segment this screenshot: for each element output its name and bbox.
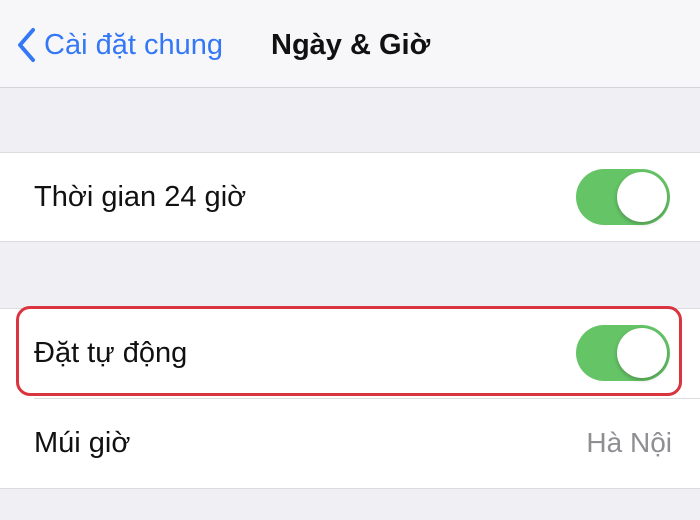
toggle-24-hour-time[interactable]: [576, 169, 670, 225]
back-button[interactable]: Cài đặt chung: [16, 22, 223, 68]
chevron-left-icon: [16, 27, 36, 63]
row-24-hour-time: Thời gian 24 giờ: [0, 153, 700, 241]
settings-group-date-time: Đặt tự động Múi giờ Hà Nội: [0, 308, 700, 489]
settings-group-time-format: Thời gian 24 giờ: [0, 152, 700, 242]
back-button-label: Cài đặt chung: [44, 28, 223, 61]
toggle-knob: [617, 328, 667, 378]
row-label-set-automatically: Đặt tự động: [34, 337, 188, 369]
date-time-settings-screen: Cài đặt chung Ngày & Giờ Thời gian 24 gi…: [0, 0, 700, 520]
page-title: Ngày & Giờ: [271, 29, 431, 61]
time-zone-value: Hà Nội: [586, 427, 672, 458]
row-label-24-hour-time: Thời gian 24 giờ: [34, 181, 247, 213]
navigation-bar: Cài đặt chung Ngày & Giờ: [0, 0, 700, 88]
toggle-set-automatically[interactable]: [576, 325, 670, 381]
row-set-automatically: Đặt tự động: [0, 309, 700, 397]
row-time-zone[interactable]: Múi giờ Hà Nội: [0, 399, 700, 487]
row-label-time-zone: Múi giờ: [34, 427, 131, 459]
toggle-knob: [617, 172, 667, 222]
